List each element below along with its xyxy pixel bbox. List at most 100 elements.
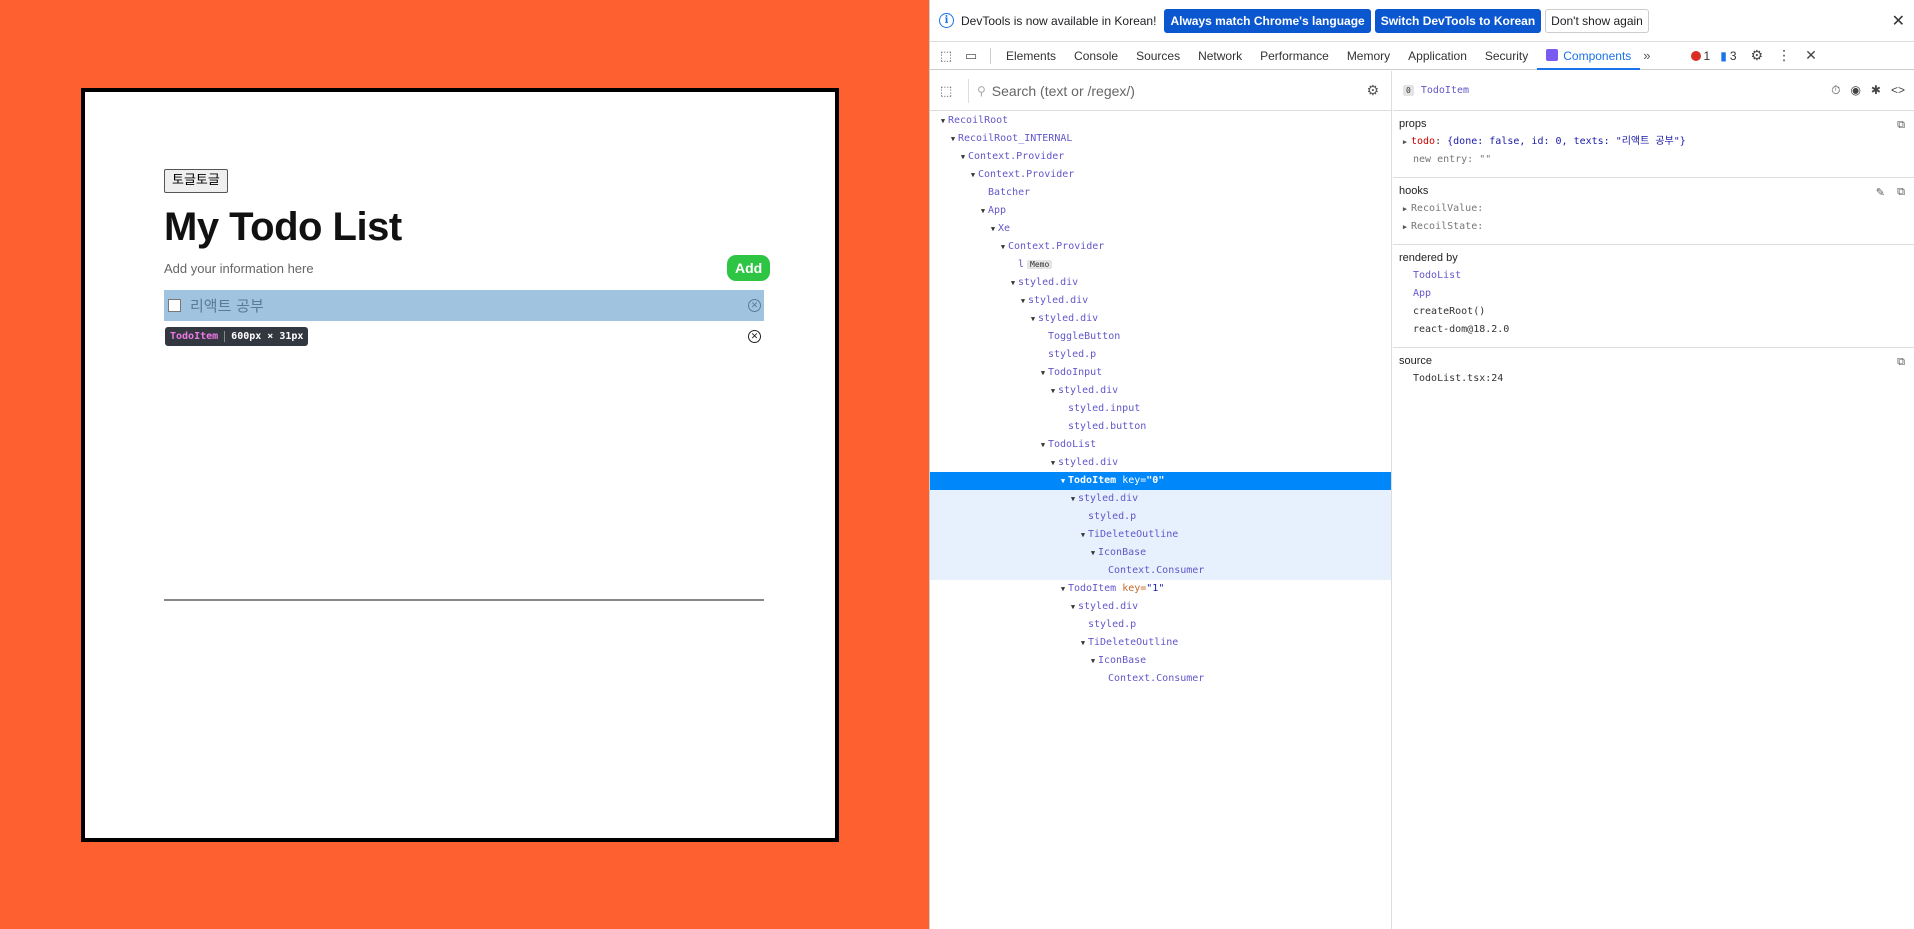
tree-node[interactable]: ▼ styled.div [930,310,1391,328]
delete-icon[interactable]: ✕ [748,330,761,343]
tree-node[interactable]: ▼ IconBase [930,544,1391,562]
expand-arrow-icon[interactable]: ▼ [1088,652,1098,670]
expand-arrow-icon[interactable]: ▼ [1028,310,1038,328]
toggle-button[interactable]: 토글토글 [164,169,228,193]
tab-network[interactable]: Network [1189,42,1251,70]
inspect-dom-eye-icon[interactable]: ◉ [1850,83,1860,98]
view-source-icon[interactable]: <> [1891,83,1905,98]
expand-arrow-icon[interactable]: ▶ [1399,200,1411,218]
expand-arrow-icon[interactable]: ▶ [1399,133,1411,151]
expand-arrow-icon[interactable]: ▼ [1068,598,1078,616]
expand-arrow-icon[interactable]: ▼ [1058,580,1068,598]
tree-node[interactable]: ▼ TiDeleteOutline [930,526,1391,544]
copy-icon[interactable]: ⧉ [1897,119,1905,132]
hook-item[interactable]: ▶ RecoilValue: [1399,200,1909,218]
tree-node[interactable]: Batcher [930,184,1391,202]
add-button[interactable]: Add [727,255,771,281]
tab-security[interactable]: Security [1476,42,1537,70]
tab-memory[interactable]: Memory [1338,42,1399,70]
tree-node[interactable]: Context.Consumer [930,562,1391,580]
tree-node[interactable]: l Memo [930,256,1391,274]
tree-node[interactable]: ▼ RecoilRoot [930,112,1391,130]
select-element-icon[interactable]: ⬚ [940,83,960,99]
expand-arrow-icon[interactable]: ▼ [1088,544,1098,562]
tree-node[interactable]: ▼ Xe [930,220,1391,238]
expand-arrow-icon[interactable]: ▼ [988,220,998,238]
copy-icon[interactable]: ⧉ [1897,356,1905,369]
tree-node[interactable]: styled.button [930,418,1391,436]
more-tabs-icon[interactable]: » [1643,48,1650,63]
tree-node[interactable]: styled.p [930,616,1391,634]
expand-arrow-icon[interactable]: ▼ [1068,490,1078,508]
tab-sources[interactable]: Sources [1127,42,1189,70]
tab-components[interactable]: Components [1537,42,1641,70]
rendered-by-item[interactable]: TodoList [1399,267,1909,285]
expand-arrow-icon[interactable]: ▼ [968,166,978,184]
device-toolbar-icon[interactable]: ▭ [963,48,979,64]
expand-arrow-icon[interactable]: ▼ [998,238,1008,256]
tree-node[interactable]: ▼ styled.div [930,274,1391,292]
settings-gear-icon[interactable]: ⚙ [1751,47,1764,64]
tree-node[interactable]: ▼ styled.div [930,292,1391,310]
close-devtools-icon[interactable]: ✕ [1805,47,1817,64]
tab-elements[interactable]: Elements [997,42,1065,70]
more-options-icon[interactable]: ⋮ [1777,47,1791,64]
expand-arrow-icon[interactable]: ▼ [1038,436,1048,454]
suspend-timer-icon[interactable]: ⏱ [1831,83,1840,98]
expand-arrow-icon[interactable]: ▼ [1058,472,1068,490]
tree-node[interactable]: ▼ IconBase [930,652,1391,670]
tree-node[interactable]: ▼ TodoList [930,436,1391,454]
expand-arrow-icon[interactable]: ▼ [1078,634,1088,652]
expand-arrow-icon[interactable]: ▼ [958,148,968,166]
todo-checkbox[interactable] [168,299,181,312]
expand-arrow-icon[interactable]: ▶ [1399,218,1411,236]
copy-icon[interactable]: ⧉ [1897,186,1905,199]
dont-show-again-button[interactable]: Don't show again [1545,8,1649,33]
tree-node[interactable]: ▼ Context.Provider [930,238,1391,256]
tree-node[interactable]: ▼ styled.div [930,382,1391,400]
tree-node[interactable]: ▼ TodoInput [930,364,1391,382]
todo-input[interactable] [164,256,724,280]
tab-performance[interactable]: Performance [1251,42,1338,70]
tree-node[interactable]: ▼ TodoItem key="1" [930,580,1391,598]
expand-arrow-icon[interactable]: ▼ [1048,382,1058,400]
tree-node[interactable]: styled.input [930,400,1391,418]
debug-bug-icon[interactable]: ✱ [1871,83,1881,98]
issues-counter[interactable]: 1 ▮ 3 [1690,49,1737,63]
tree-node[interactable]: styled.p [930,346,1391,364]
always-match-language-button[interactable]: Always match Chrome's language [1164,8,1371,33]
tree-node[interactable]: ▼ App [930,202,1391,220]
tree-node[interactable]: ToggleButton [930,328,1391,346]
delete-icon[interactable]: ✕ [748,299,761,312]
tree-node[interactable]: ▼ RecoilRoot_INTERNAL [930,130,1391,148]
new-entry[interactable]: new entry: "" [1399,151,1909,169]
tree-node[interactable]: styled.p [930,508,1391,526]
tree-node[interactable]: ▼ Context.Provider [930,166,1391,184]
inspect-element-icon[interactable]: ⬚ [938,48,954,64]
expand-arrow-icon[interactable]: ▼ [978,202,988,220]
expand-arrow-icon[interactable]: ▼ [1008,274,1018,292]
switch-to-korean-button[interactable]: Switch DevTools to Korean [1374,8,1542,33]
tree-node[interactable]: ▼ Context.Provider [930,148,1391,166]
prop-todo[interactable]: ▶ todo: {done: false, id: 0, texts: "리액트 … [1399,133,1909,151]
expand-arrow-icon[interactable]: ▼ [938,112,948,130]
tree-settings-gear-icon[interactable]: ⚙ [1366,82,1379,99]
tab-application[interactable]: Application [1399,42,1476,70]
expand-arrow-icon[interactable]: ▼ [1038,364,1048,382]
expand-arrow-icon[interactable]: ▼ [1018,292,1028,310]
source-location[interactable]: TodoList.tsx:24 [1399,370,1909,388]
hook-item[interactable]: ▶ RecoilState: [1399,218,1909,236]
tree-node[interactable]: ▼ styled.div [930,454,1391,472]
tree-node[interactable]: ▼ TodoItem key="0" [930,472,1391,490]
parse-hooks-wand-icon[interactable]: ✎ [1876,186,1885,199]
close-icon[interactable]: ✕ [1892,11,1905,31]
rendered-by-item[interactable]: App [1399,285,1909,303]
expand-arrow-icon[interactable]: ▼ [1078,526,1088,544]
tree-node[interactable]: ▼ styled.div [930,490,1391,508]
search-input[interactable] [991,82,1352,99]
tree-node[interactable]: Context.Consumer [930,670,1391,688]
tree-node[interactable]: ▼ styled.div [930,598,1391,616]
expand-arrow-icon[interactable]: ▼ [948,130,958,148]
tab-console[interactable]: Console [1065,42,1127,70]
expand-arrow-icon[interactable]: ▼ [1048,454,1058,472]
